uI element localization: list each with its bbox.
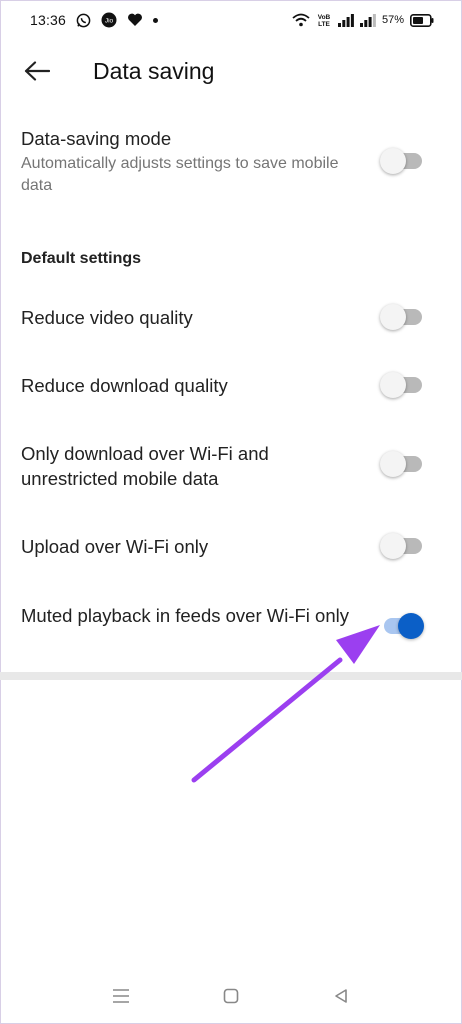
- status-time: 13:36: [30, 12, 67, 28]
- download-over-wifi-toggle[interactable]: [380, 450, 424, 478]
- setting-row-reduce-download-quality[interactable]: Reduce download quality: [0, 368, 462, 408]
- toggle-thumb: [380, 451, 406, 477]
- toggle-thumb: [380, 304, 406, 330]
- toggle-thumb: [380, 533, 406, 559]
- setting-label: Muted playback in feeds over Wi-Fi only: [21, 605, 349, 626]
- data-saving-mode-row[interactable]: Data-saving mode Automatically adjusts s…: [0, 120, 462, 210]
- reduce-download-quality-toggle[interactable]: [380, 371, 424, 399]
- toggle-thumb: [380, 372, 406, 398]
- back-arrow-icon: [24, 60, 51, 86]
- section-divider: [0, 672, 462, 680]
- whatsapp-icon: [76, 13, 91, 28]
- setting-label: Upload over Wi-Fi only: [21, 536, 209, 557]
- setting-row-download-over-wifi[interactable]: Only download over Wi-Fi and unrestricte…: [0, 436, 462, 496]
- data-saving-mode-label: Data-saving mode: [21, 128, 172, 149]
- setting-row-upload-over-wifi[interactable]: Upload over Wi-Fi only: [0, 529, 462, 569]
- jio-icon: Jio: [101, 12, 117, 28]
- app-header: Data saving: [0, 44, 462, 102]
- back-triangle-icon[interactable]: [328, 983, 354, 1009]
- setting-label: Only download over Wi-Fi and unrestricte…: [21, 443, 269, 489]
- setting-row-reduce-video-quality[interactable]: Reduce video quality: [0, 300, 462, 340]
- svg-text:Jio: Jio: [105, 18, 114, 25]
- system-nav-bar: [0, 975, 462, 1015]
- reduce-video-quality-toggle[interactable]: [380, 303, 424, 331]
- setting-label: Reduce download quality: [21, 375, 228, 396]
- toggle-thumb: [398, 613, 424, 639]
- volte-icon: VoB LTE: [316, 12, 332, 28]
- signal-icon: [359, 13, 376, 27]
- battery-icon: [410, 13, 434, 27]
- data-saving-mode-description: Automatically adjusts settings to save m…: [21, 155, 339, 194]
- muted-playback-toggle[interactable]: [380, 612, 424, 640]
- setting-label: Reduce video quality: [21, 307, 193, 328]
- toggle-thumb: [380, 148, 406, 174]
- signal-icon: [337, 13, 354, 27]
- upload-over-wifi-toggle[interactable]: [380, 532, 424, 560]
- setting-row-muted-playback[interactable]: Muted playback in feeds over Wi-Fi only: [0, 598, 462, 658]
- svg-text:LTE: LTE: [318, 21, 330, 28]
- heart-app-icon: [127, 12, 143, 28]
- home-square-icon[interactable]: [218, 983, 244, 1009]
- section-header-default-settings: Default settings: [21, 250, 142, 267]
- svg-text:VoB: VoB: [318, 14, 331, 21]
- back-button[interactable]: [22, 58, 52, 88]
- page-title: Data saving: [93, 58, 215, 84]
- data-saving-mode-toggle[interactable]: [380, 147, 424, 175]
- status-bar: 13:36 Jio VoB LTE 57%: [0, 0, 462, 40]
- wifi-icon: [292, 13, 310, 27]
- menu-icon[interactable]: [108, 983, 134, 1009]
- battery-percent: 57%: [381, 14, 404, 26]
- notification-dot: [153, 17, 159, 23]
